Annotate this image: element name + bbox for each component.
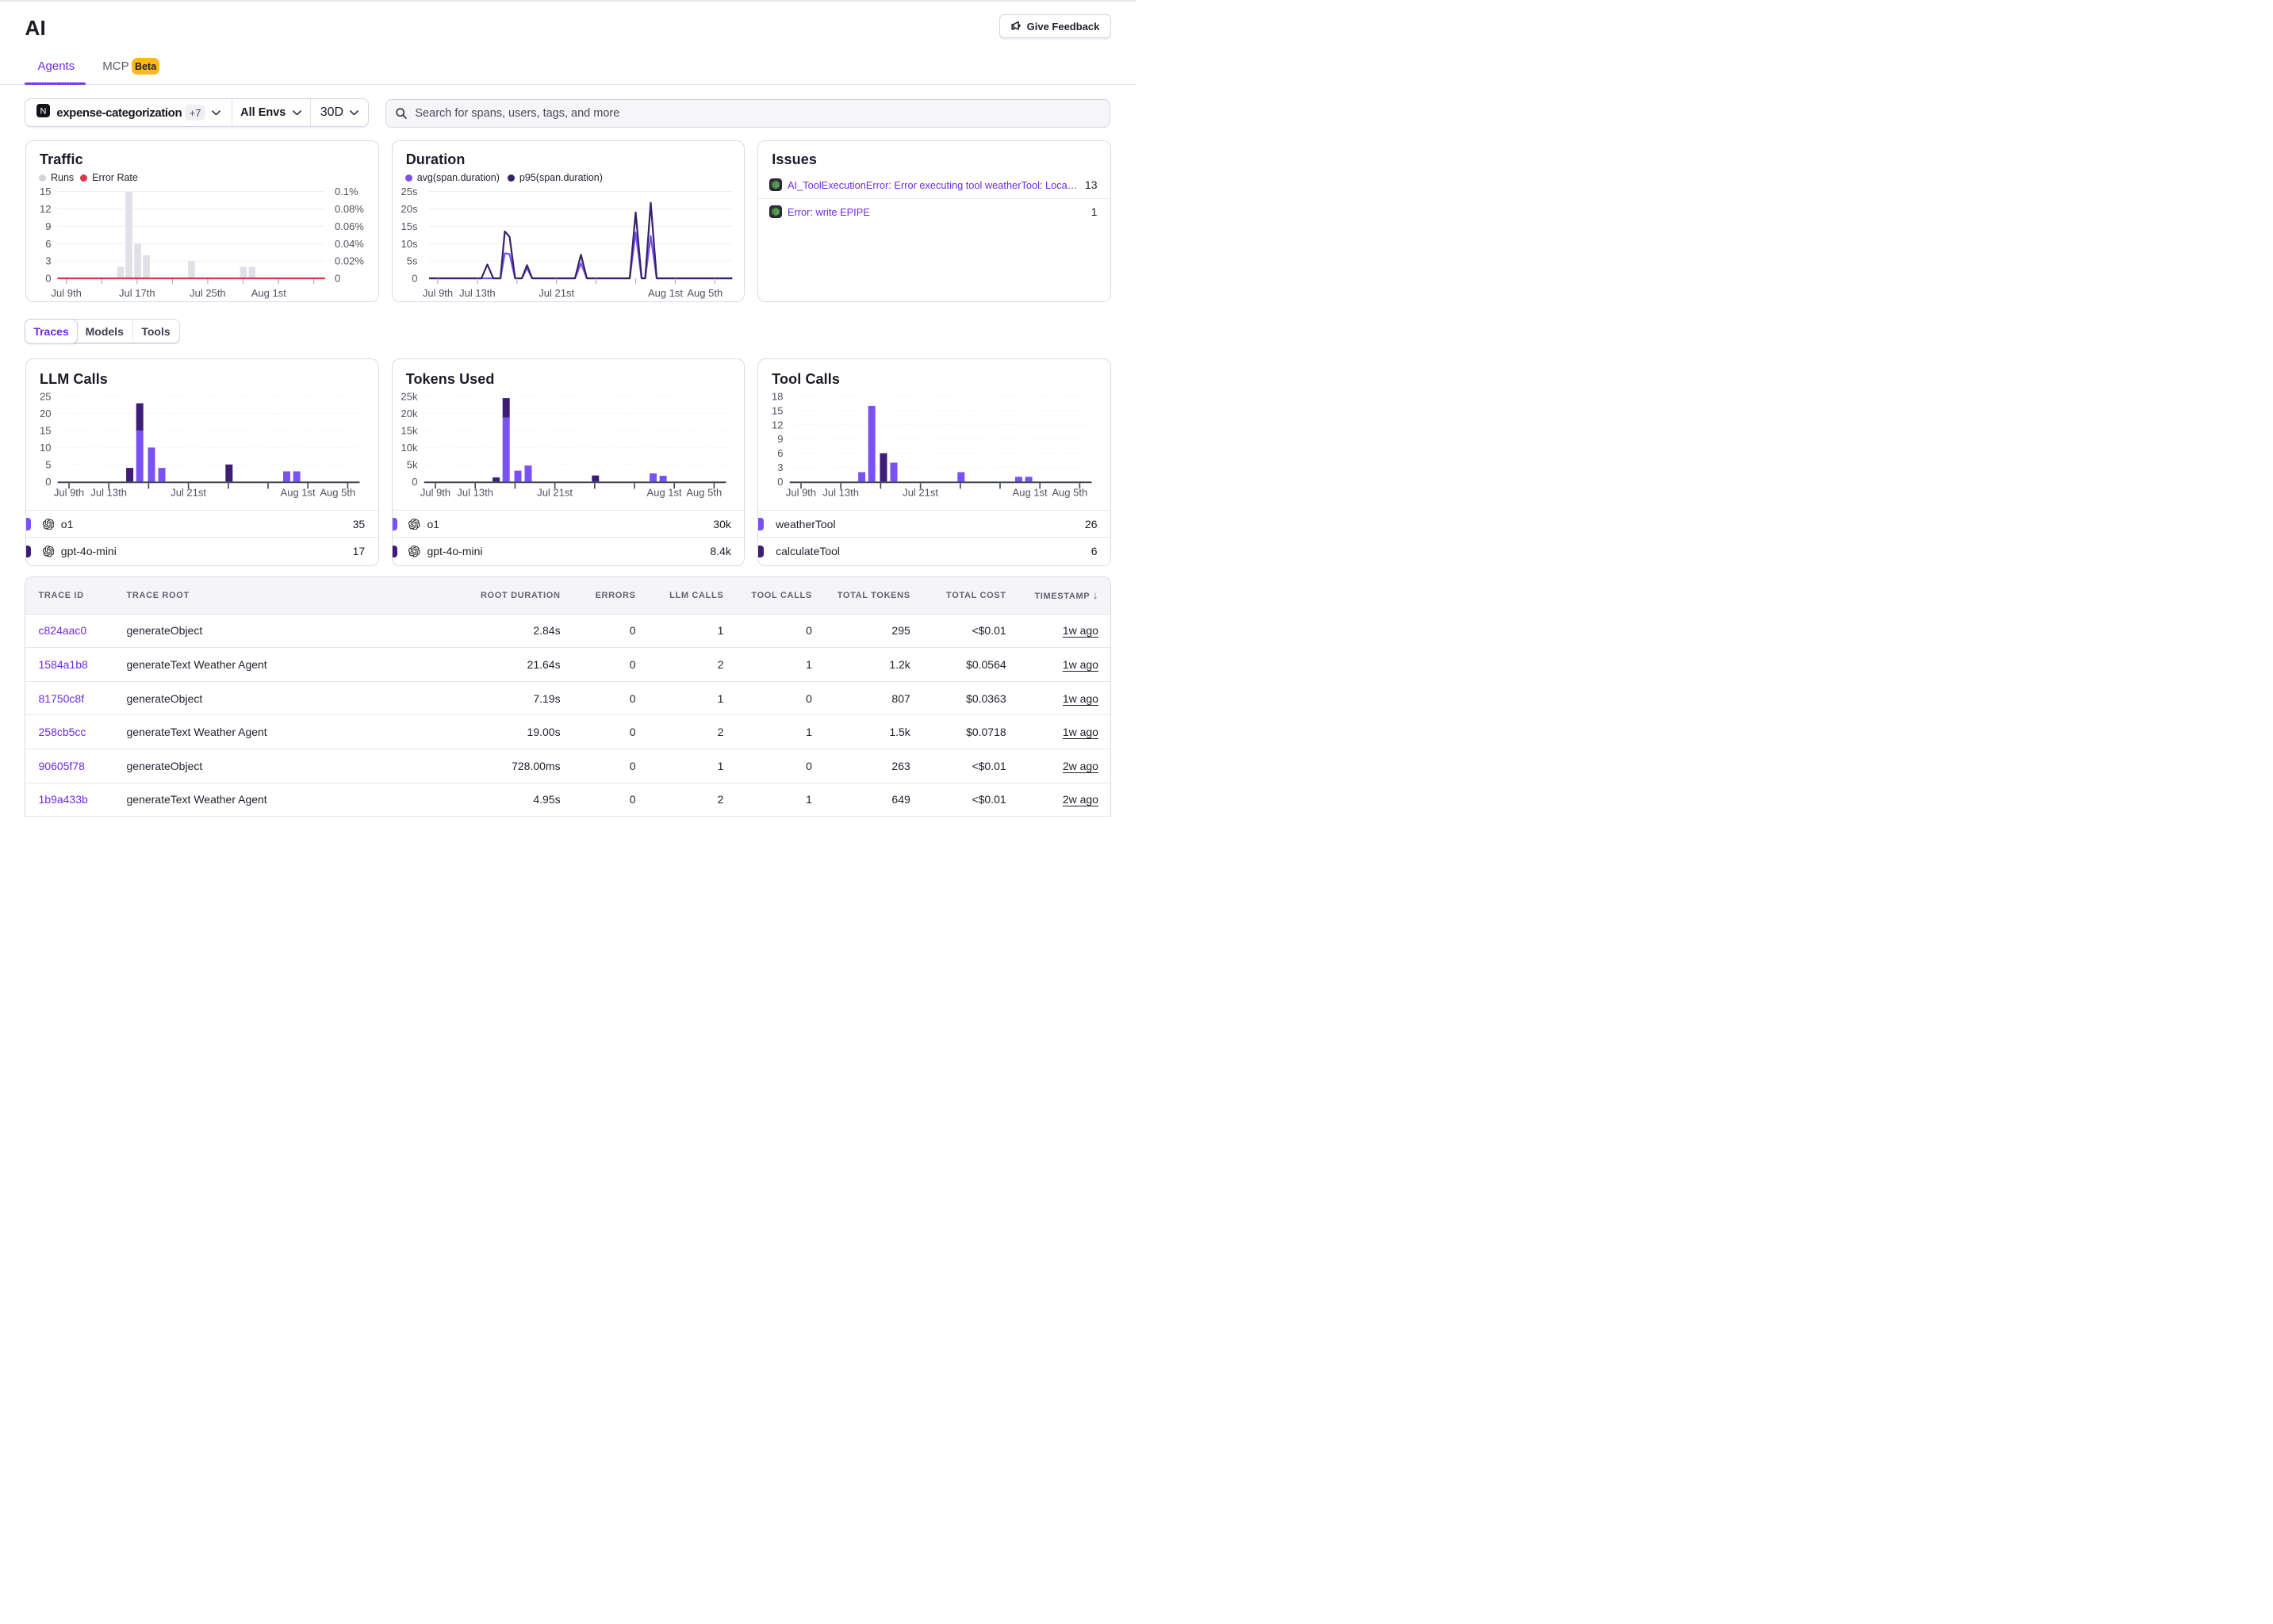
svg-text:Aug 1st: Aug 1st bbox=[281, 487, 316, 499]
svg-text:Jul 25th: Jul 25th bbox=[190, 287, 226, 299]
svg-text:N: N bbox=[40, 106, 47, 116]
svg-text:Jul 13th: Jul 13th bbox=[823, 487, 860, 499]
svg-text:Jul 9th: Jul 9th bbox=[52, 287, 82, 299]
svg-text:15: 15 bbox=[772, 405, 783, 417]
svg-text:Jul 21st: Jul 21st bbox=[539, 287, 574, 299]
svg-text:Jul 9th: Jul 9th bbox=[786, 487, 816, 499]
svg-text:Aug 5th: Aug 5th bbox=[1052, 487, 1088, 499]
svg-text:20k: 20k bbox=[401, 408, 417, 419]
svg-text:18: 18 bbox=[772, 391, 783, 403]
svg-text:6: 6 bbox=[778, 447, 784, 459]
svg-text:Aug 1st: Aug 1st bbox=[1013, 487, 1048, 499]
svg-text:15s: 15s bbox=[401, 220, 417, 232]
svg-text:Aug 1st: Aug 1st bbox=[646, 487, 681, 499]
svg-text:12: 12 bbox=[772, 419, 783, 431]
svg-text:10: 10 bbox=[40, 442, 51, 454]
svg-text:Jul 21st: Jul 21st bbox=[903, 487, 938, 499]
svg-text:5: 5 bbox=[45, 458, 51, 470]
svg-text:0.04%: 0.04% bbox=[335, 238, 364, 250]
svg-text:Aug 5th: Aug 5th bbox=[320, 487, 355, 499]
svg-text:3: 3 bbox=[45, 255, 51, 267]
svg-text:Jul 21st: Jul 21st bbox=[171, 487, 206, 499]
svg-text:20: 20 bbox=[40, 408, 51, 419]
svg-text:Aug 1st: Aug 1st bbox=[648, 287, 683, 299]
svg-text:0: 0 bbox=[335, 273, 340, 285]
svg-text:0.02%: 0.02% bbox=[335, 255, 364, 267]
svg-text:5s: 5s bbox=[406, 255, 417, 267]
svg-text:Jul 9th: Jul 9th bbox=[420, 487, 450, 499]
svg-text:Jul 9th: Jul 9th bbox=[54, 487, 84, 499]
svg-text:15: 15 bbox=[40, 425, 51, 437]
svg-text:25: 25 bbox=[40, 391, 51, 403]
svg-text:5k: 5k bbox=[406, 458, 417, 470]
svg-text:12: 12 bbox=[40, 203, 51, 215]
svg-text:0: 0 bbox=[45, 273, 51, 285]
svg-text:Jul 9th: Jul 9th bbox=[423, 287, 453, 299]
svg-text:25s: 25s bbox=[401, 186, 417, 197]
svg-text:0: 0 bbox=[412, 476, 417, 488]
svg-text:Jul 21st: Jul 21st bbox=[537, 487, 573, 499]
svg-text:Jul 13th: Jul 13th bbox=[90, 487, 127, 499]
svg-text:0.08%: 0.08% bbox=[335, 203, 364, 215]
svg-text:0.1%: 0.1% bbox=[335, 186, 358, 197]
svg-text:10s: 10s bbox=[401, 238, 417, 250]
svg-text:Aug 5th: Aug 5th bbox=[687, 287, 723, 299]
svg-text:9: 9 bbox=[778, 433, 784, 445]
svg-text:Jul 13th: Jul 13th bbox=[457, 487, 493, 499]
svg-text:Aug 1st: Aug 1st bbox=[251, 287, 286, 299]
svg-text:Jul 13th: Jul 13th bbox=[459, 287, 496, 299]
svg-text:10k: 10k bbox=[401, 442, 417, 454]
svg-text:0: 0 bbox=[45, 476, 51, 488]
svg-text:0: 0 bbox=[412, 273, 417, 285]
svg-text:6: 6 bbox=[45, 238, 51, 250]
svg-text:0: 0 bbox=[778, 476, 784, 488]
svg-text:Jul 17th: Jul 17th bbox=[119, 287, 155, 299]
svg-text:15k: 15k bbox=[401, 425, 417, 437]
svg-text:15: 15 bbox=[40, 186, 51, 197]
svg-text:3: 3 bbox=[778, 462, 784, 473]
svg-text:25k: 25k bbox=[401, 391, 417, 403]
svg-text:Aug 5th: Aug 5th bbox=[686, 487, 722, 499]
svg-text:0.06%: 0.06% bbox=[335, 220, 364, 232]
svg-text:20s: 20s bbox=[401, 203, 417, 215]
svg-text:9: 9 bbox=[45, 220, 51, 232]
